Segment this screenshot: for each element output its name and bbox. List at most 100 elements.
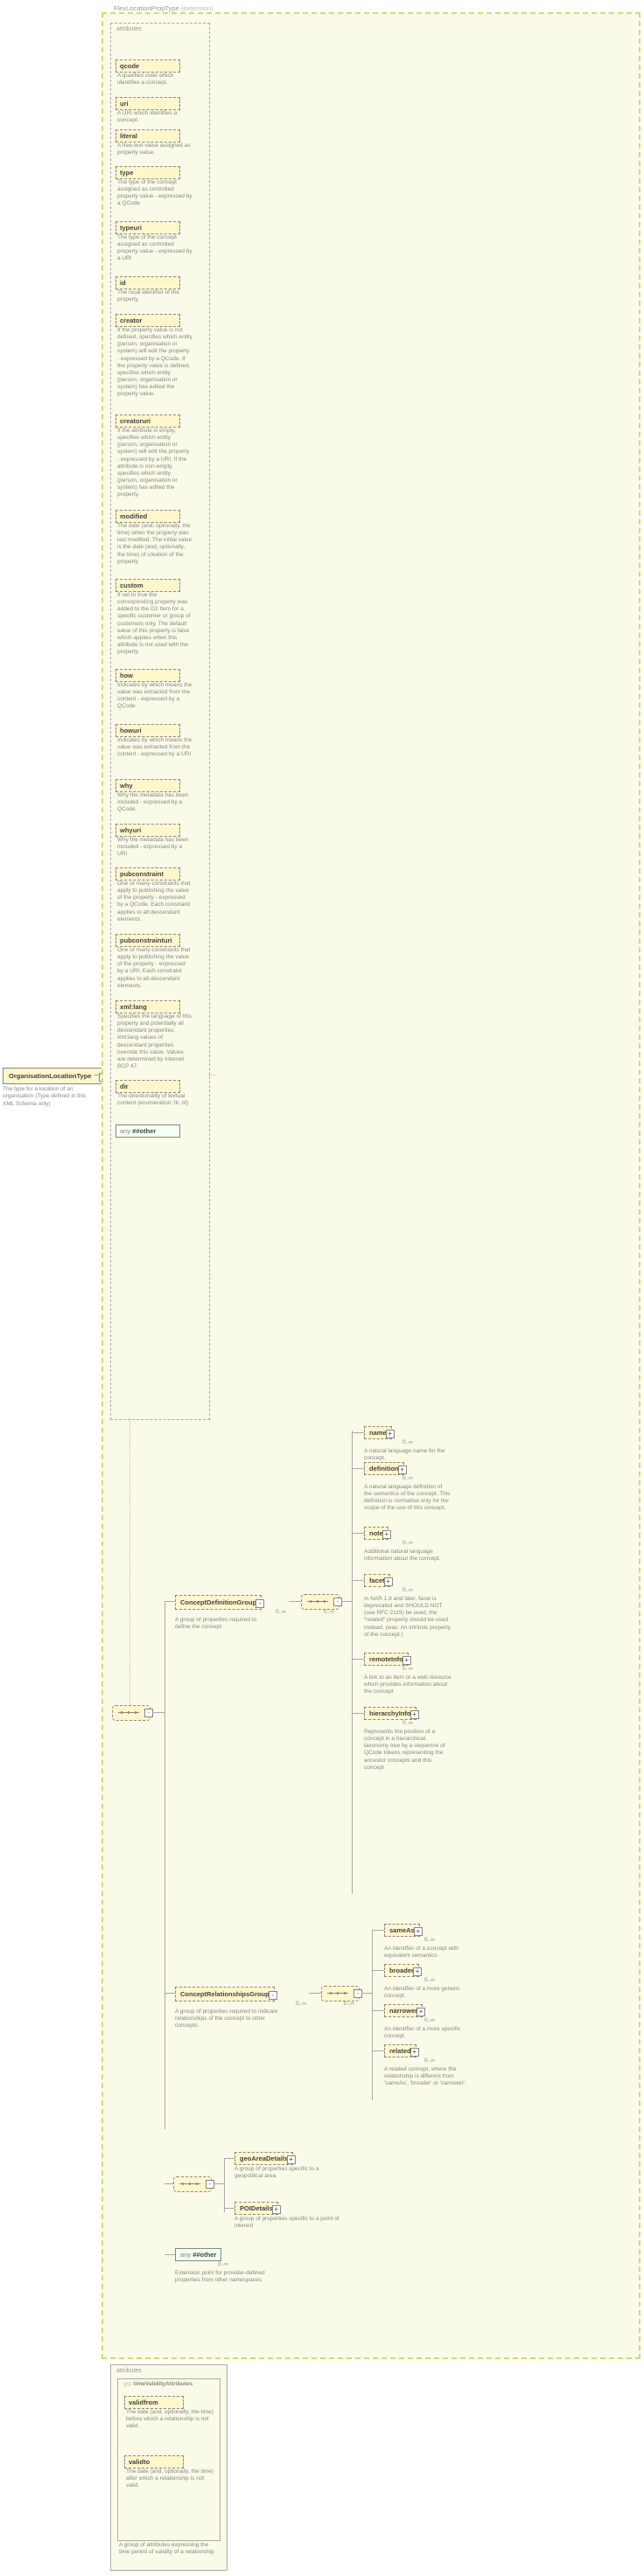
elem-name-desc: A natural language name for the concept. [364, 1448, 452, 1462]
attr-creator-desc: If the property value is not defined, sp… [117, 327, 192, 398]
attr-typeuri: typeuri [116, 221, 180, 234]
attr-typeuri-desc: The type of the concept assigned as cont… [117, 234, 192, 263]
attr-validto: validto [124, 2455, 184, 2468]
attr-xml:lang-desc: Specifies the language of this property … [117, 1013, 192, 1070]
attr-why: why [116, 779, 180, 792]
attr-pubconstrainturi-desc: One or many constraints that apply to pu… [117, 947, 192, 990]
expand-icon[interactable]: + [410, 1710, 419, 1719]
attr-how-desc: Indicates by which means the value was e… [117, 682, 192, 711]
attr-whyuri-desc: Why the metadata has been included - exp… [117, 837, 192, 858]
attr-validfrom-desc: The date (and, optionally, the time) bef… [126, 2409, 214, 2430]
expand-icon[interactable]: + [414, 1927, 423, 1936]
attr-type-desc: The type of the concept assigned as cont… [117, 179, 192, 208]
elem-sameAs-desc: An identifier of a concept with equivale… [384, 1946, 472, 1960]
expand-icon[interactable]: + [386, 1430, 395, 1438]
attr-id-desc: The local identifier of the property. [117, 289, 192, 303]
elem-narrower-desc: An identifier of a more specific concept… [384, 2026, 472, 2040]
attr-literal-desc: A free-text value assigned as property v… [117, 143, 192, 157]
elem-related-desc: A related concept, where the relationshi… [384, 2066, 472, 2087]
crg-desc: A group of properties required to indica… [175, 2009, 285, 2029]
elem-narrower[interactable]: narrower+ [384, 2004, 423, 2017]
expand-icon[interactable]: + [416, 2008, 425, 2016]
collapse-icon[interactable]: - [354, 1989, 362, 1998]
attr-why-desc: Why the metadata has been included - exp… [117, 792, 192, 813]
attr-dir-desc: The directionality of textual content (e… [117, 1093, 192, 1107]
elem-POIDetails[interactable]: POIDetails+ [234, 2202, 278, 2215]
expand-icon[interactable]: + [410, 2048, 419, 2057]
attr-validfrom: validfrom [124, 2396, 184, 2409]
expand-icon[interactable]: + [272, 2205, 281, 2214]
attr-dir: dir [116, 1080, 180, 1093]
attr-pubconstraint: pubconstraint [116, 867, 180, 881]
attr-xml:lang: xml:lang [116, 1000, 180, 1013]
elem-note[interactable]: note+ [364, 1527, 388, 1540]
attr-pubconstraint-desc: One or many constraints that apply to pu… [117, 881, 192, 923]
sequence-block-cdg[interactable]: - [301, 1594, 340, 1610]
group-cdg[interactable]: ConceptDefinitionGroup - [175, 1595, 262, 1610]
diagram-canvas: OrganisationLocationType - The type for … [0, 0, 644, 2576]
collapse-icon[interactable]: - [256, 1599, 264, 1608]
attr-validto-desc: The date (and, optionally, the time) aft… [126, 2468, 214, 2489]
expand-icon[interactable]: + [287, 2155, 296, 2164]
collapse-icon[interactable]: - [144, 1709, 153, 1717]
cdg-desc: A group of properties required to define… [175, 1617, 271, 1631]
attr-uri-desc: A URI which identifies a concept. [117, 110, 192, 124]
attr-whyuri: whyuri [116, 824, 180, 837]
root-type-box[interactable]: OrganisationLocationType - [3, 1068, 106, 1084]
expand-icon[interactable]: + [382, 1530, 391, 1539]
elem-name[interactable]: name+ [364, 1426, 392, 1439]
sequence-block-main[interactable]: - [112, 1705, 150, 1721]
attr-howuri: howuri [116, 724, 180, 737]
elem-related[interactable]: related+ [384, 2044, 416, 2057]
panel-title: FlexLocationPropType (extension) [114, 4, 214, 12]
sequence-block-crg[interactable]: - [321, 1986, 360, 2002]
elem-facet[interactable]: facet+ [364, 1574, 390, 1587]
attr-qcode: qcode [116, 59, 180, 73]
attr-how: how [116, 669, 180, 682]
elem-facet-desc: In NAR 1.8 and later, facet is deprecate… [364, 1596, 452, 1639]
elem-geoAreaDetails-desc: A group of properties specific to a geop… [234, 2166, 340, 2180]
attr-qcode-desc: A qualified code which identifies a conc… [117, 73, 192, 87]
root-desc: The type for a location of an organisati… [3, 1086, 90, 1108]
attr-creatoruri-desc: If the attribute is empty, specifies whi… [117, 428, 192, 498]
expand-icon[interactable]: + [384, 1577, 393, 1586]
elem-sameAs[interactable]: sameAs+ [384, 1924, 420, 1937]
attr-custom: custom [116, 579, 180, 592]
elem-note-desc: Additional natural language information … [364, 1549, 452, 1563]
elem-remoteInfo[interactable]: remoteInfo+ [364, 1653, 409, 1666]
attributes-label-bottom: attributes [116, 2368, 142, 2374]
elem-remoteInfo-desc: A link to an item or a web resource whic… [364, 1674, 452, 1695]
attr-type: type [116, 166, 180, 179]
elem-geoAreaDetails[interactable]: geoAreaDetails+ [234, 2152, 293, 2165]
elem-hierarchyInfo-desc: Represents the position of a concept in … [364, 1729, 452, 1772]
collapse-icon[interactable]: - [206, 2180, 214, 2189]
collapse-icon[interactable]: - [269, 1991, 277, 2000]
attr-literal: literal [116, 129, 180, 143]
expand-icon[interactable]: + [398, 1466, 407, 1474]
attr-modified: modified [116, 510, 180, 523]
elem-broader-desc: An identifier of a more generic concept. [384, 1986, 472, 2000]
attr-howuri-desc: Indicates by which means the value was e… [117, 737, 192, 758]
group-crg[interactable]: ConceptRelationshipsGroup - [175, 1987, 275, 2002]
attr-modified-desc: The date (and, optionally, the time) whe… [117, 523, 192, 566]
attr-pubconstrainturi: pubconstrainturi [116, 934, 180, 947]
attr-custom-desc: If set to true the corresponding propert… [117, 592, 192, 656]
time-group-desc: A group of attributes expressing the tim… [119, 2542, 219, 2556]
expand-icon[interactable]: + [413, 1967, 422, 1976]
elem-broader[interactable]: broader+ [384, 1964, 419, 1977]
any-elem-desc: Extension point for provider-defined pro… [175, 2270, 280, 2284]
root-type-name: OrganisationLocationType [9, 1072, 91, 1080]
attributes-label: attributes [116, 26, 142, 32]
elem-hierarchyInfo[interactable]: hierarchyInfo+ [364, 1707, 416, 1720]
elem-definition[interactable]: definition+ [364, 1462, 404, 1475]
expand-icon[interactable]: + [402, 1656, 411, 1665]
attr-any-other: any ##other [116, 1124, 180, 1138]
attr-id: id [116, 276, 180, 289]
any-element[interactable]: any ##other [175, 2248, 221, 2261]
attr-creator: creator [116, 314, 180, 327]
attr-creatoruri: creatoruri [116, 414, 180, 428]
elem-definition-desc: A natural language definition of the sem… [364, 1484, 452, 1513]
choice-block-tail[interactable]: - [173, 2176, 212, 2192]
elem-POIDetails-desc: A group of properties specific to a poin… [234, 2216, 340, 2230]
collapse-icon[interactable]: - [333, 1598, 342, 1606]
